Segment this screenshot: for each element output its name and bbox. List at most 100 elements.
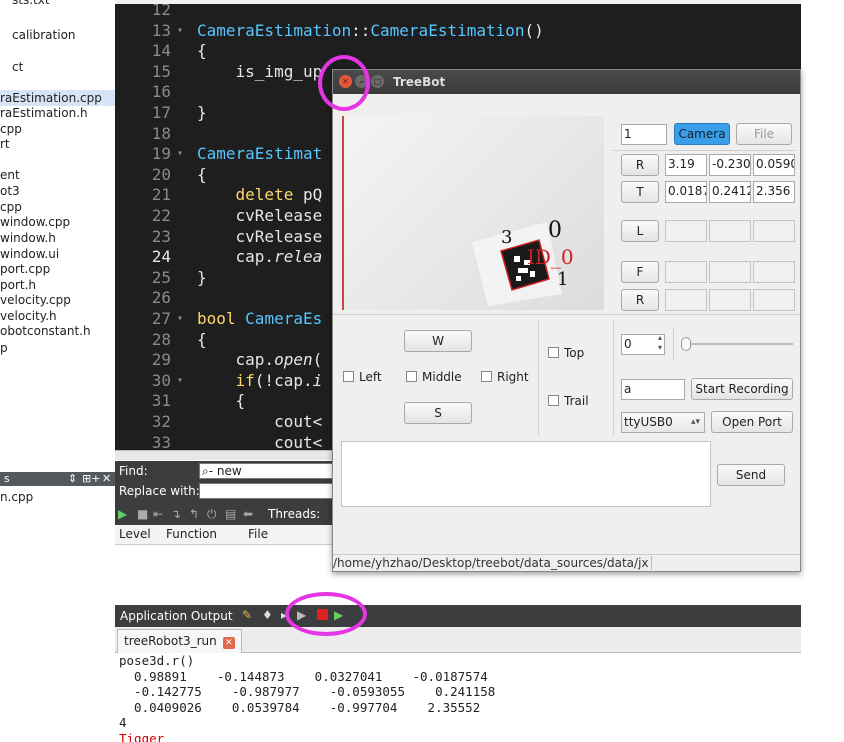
treebot-titlebar[interactable]: ✕ – □ TreeBot (333, 70, 800, 94)
row-value-field[interactable] (665, 289, 707, 311)
row-value-field[interactable]: 0.2412 (709, 181, 751, 203)
file-list-item[interactable]: raEstimation.cpp (0, 90, 115, 106)
tab-treerobot3-run[interactable]: treeRobot3_run ✕ (117, 629, 242, 653)
spin-arrows-icon[interactable]: ▴ ▾ (658, 335, 662, 353)
file-list-item[interactable]: port.h (0, 277, 36, 293)
row-value-field[interactable] (665, 220, 707, 242)
file-list-item[interactable]: obotconstant.h (0, 323, 91, 339)
row-value-field[interactable]: 2.356 (753, 181, 795, 203)
file-list-item[interactable]: cpp (0, 121, 22, 137)
back-s-button[interactable]: S (404, 402, 472, 424)
right-checkbox[interactable]: Right (481, 370, 529, 384)
trail-checkbox[interactable]: Trail (548, 394, 589, 408)
code-line[interactable]: is_img_up (197, 62, 323, 83)
open-port-button[interactable]: Open Port (711, 411, 793, 433)
message-textarea[interactable] (341, 441, 711, 507)
code-line[interactable]: { (197, 165, 207, 186)
stop-debug-icon[interactable]: ■ (137, 507, 148, 521)
file-list-item[interactable]: sts.txt (12, 0, 50, 8)
slider-handle[interactable] (681, 337, 691, 351)
record-name-input[interactable]: a (621, 379, 685, 400)
checkbox-box[interactable] (406, 371, 417, 382)
restart-icon[interactable]: ⏻ (207, 507, 217, 522)
file-list-item[interactable]: window.cpp (0, 214, 70, 230)
column-file[interactable]: File (248, 527, 268, 541)
row-value-field[interactable]: 3.19 (665, 154, 707, 176)
forward-w-button[interactable]: W (404, 330, 472, 352)
maximize-window-icon[interactable]: □ (371, 75, 384, 88)
code-line[interactable]: CameraEstimat (197, 144, 322, 165)
file-list-item[interactable]: ct (12, 59, 23, 75)
file-list-item[interactable]: p (0, 340, 8, 356)
row-value-field[interactable] (753, 289, 795, 311)
camera-button[interactable]: Camera (674, 123, 730, 145)
fold-marker-icon[interactable]: ▾ (177, 25, 183, 36)
send-button[interactable]: Send (717, 464, 785, 486)
file-list-item[interactable]: calibration (12, 27, 76, 43)
row-value-field[interactable]: 0.0187( (665, 181, 707, 203)
file-list-item[interactable]: ot3 (0, 183, 20, 199)
code-line[interactable]: CameraEstimation::CameraEstimation() (197, 21, 544, 42)
top-checkbox[interactable]: Top (548, 346, 584, 360)
application-output-text[interactable]: pose3d.r() 0.98891 -0.144873 0.0327041 -… (115, 653, 801, 742)
code-line[interactable]: { (197, 330, 207, 351)
port-select[interactable]: ttyUSB0 ▴▾ (621, 412, 705, 433)
row-l-button[interactable]: L (621, 220, 659, 242)
camera-index-input[interactable]: 1 (621, 124, 667, 145)
row-f-button[interactable]: F (621, 261, 659, 283)
file-list-item[interactable]: velocity.h (0, 308, 57, 324)
continue-icon[interactable]: ▶ (118, 507, 127, 521)
replace-input[interactable] (199, 483, 333, 499)
code-line[interactable]: bool CameraEs (197, 309, 322, 330)
left-checkbox[interactable]: Left (343, 370, 382, 384)
code-line[interactable]: } (197, 268, 207, 289)
close-panel-icon[interactable]: ✕ (102, 472, 111, 486)
code-line[interactable]: } (197, 103, 207, 124)
code-line[interactable]: cout< (197, 433, 322, 450)
code-line[interactable]: cvRelease (197, 206, 323, 227)
step-over-icon[interactable]: ⇤ (153, 507, 163, 521)
row-value-field[interactable] (665, 261, 707, 283)
row-value-field[interactable] (709, 289, 751, 311)
code-line[interactable]: delete pQ (197, 185, 323, 206)
pin-icon[interactable]: ♦ (262, 608, 273, 622)
code-line[interactable]: { (197, 41, 207, 62)
sort-icon[interactable]: ⇕ (68, 472, 77, 486)
row-t-button[interactable]: T (621, 181, 659, 203)
row-value-field[interactable]: -0.2308 (709, 154, 751, 176)
column-level[interactable]: Level (119, 527, 151, 541)
row-value-field[interactable] (753, 220, 795, 242)
code-line[interactable]: cvRelease (197, 227, 323, 248)
row-value-field[interactable]: 0.05907 (753, 154, 795, 176)
code-line[interactable]: cout< (197, 412, 322, 433)
slider[interactable] (681, 336, 793, 352)
row-value-field[interactable] (709, 220, 751, 242)
row-r-button[interactable]: R (621, 289, 659, 311)
file-list-item[interactable]: rt (0, 136, 10, 152)
checkbox-box[interactable] (548, 347, 559, 358)
checkbox-box[interactable] (481, 371, 492, 382)
spin-box[interactable]: 0 ▴ ▾ (621, 334, 665, 355)
fold-marker-icon[interactable]: ▾ (177, 148, 183, 159)
editor-horizontal-scrollbar[interactable] (115, 450, 333, 460)
start-recording-button[interactable]: Start Recording (691, 378, 793, 400)
step-into-icon[interactable]: ↴ (171, 507, 181, 521)
frame-icon[interactable]: ▤ (225, 507, 236, 521)
file-button[interactable]: File (736, 123, 792, 145)
code-line[interactable]: cap.relea (197, 247, 323, 268)
row-value-field[interactable] (753, 261, 795, 283)
checkbox-box[interactable] (343, 371, 354, 382)
code-line[interactable]: cap.open( (197, 350, 323, 371)
step-out-icon[interactable]: ↰ (189, 507, 199, 521)
middle-checkbox[interactable]: Middle (406, 370, 462, 384)
split-icon[interactable]: ⊞+ (82, 472, 100, 486)
clear-output-icon[interactable]: ✎ (242, 608, 252, 622)
fold-marker-icon[interactable]: ▾ (177, 313, 183, 324)
file-list-item[interactable]: ent (0, 167, 20, 183)
file-list-item[interactable]: cpp (0, 199, 22, 215)
row-r-button[interactable]: R (621, 154, 659, 176)
file-list-item[interactable]: velocity.cpp (0, 292, 71, 308)
find-input[interactable]: ⌕- new (199, 463, 333, 479)
checkbox-box[interactable] (548, 395, 559, 406)
row-value-field[interactable] (709, 261, 751, 283)
